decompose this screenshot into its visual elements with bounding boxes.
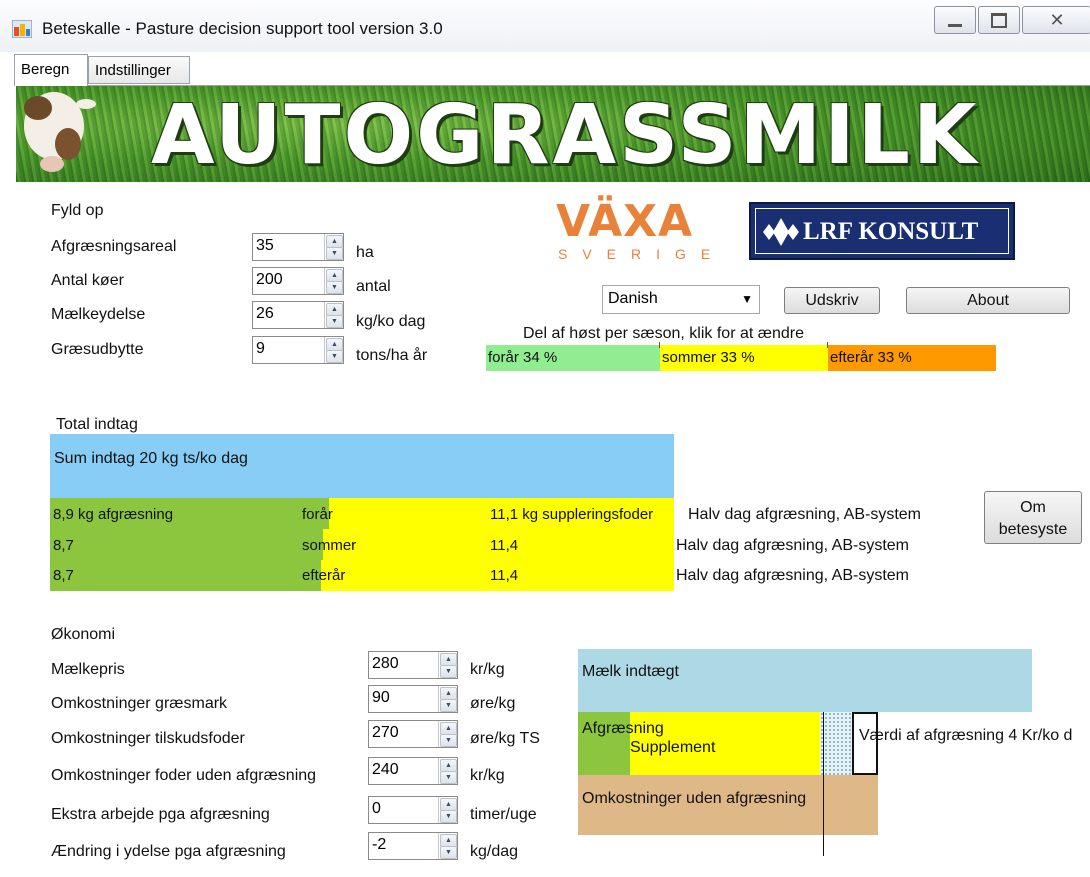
- yield-change-label: Ændring i ydelse pga afgræsning: [51, 843, 286, 860]
- intake-row-grazing: 8,9 kg afgræsning: [53, 506, 174, 523]
- grass-yield-stepper[interactable]: 9 ▲ ▼: [252, 336, 344, 364]
- down-arrow-icon[interactable]: ▼: [326, 281, 343, 294]
- supplement-label: Supplement: [630, 739, 716, 756]
- milk-price-stepper[interactable]: 280 ▲ ▼: [368, 651, 458, 679]
- area-stepper[interactable]: 35 ▲ ▼: [252, 233, 344, 261]
- window-title: Beteskalle - Pasture decision support to…: [42, 19, 443, 38]
- pasture-cost-stepper[interactable]: 90 ▲ ▼: [368, 685, 458, 713]
- chevron-down-icon: ▼: [741, 292, 753, 306]
- value-hatch-bar: [820, 712, 852, 775]
- milk-yield-unit: kg/ko dag: [356, 313, 426, 330]
- area-value: 35: [256, 237, 274, 254]
- cows-value: 200: [256, 271, 283, 288]
- grazing-value-label: Værdi af afgræsning 4 Kr/ko d: [859, 727, 1073, 744]
- milk-yield-value: 26: [256, 305, 274, 322]
- economy-heading: Økonomi: [51, 626, 116, 643]
- milk-yield-stepper[interactable]: 26 ▲ ▼: [252, 301, 344, 329]
- season-caption: Del af høst per sæson, klik for at ændre: [523, 325, 804, 342]
- intake-grazing-bar-autumn: [50, 560, 321, 591]
- reference-line: [823, 712, 824, 856]
- intake-row-system: Halv dag afgræsning, AB-system: [676, 567, 909, 584]
- yield-change-stepper[interactable]: -2 ▲ ▼: [368, 832, 458, 860]
- milk-price-label: Mælkepris: [51, 661, 125, 678]
- intake-sum-bar: Sum indtag 20 kg ts/ko dag: [50, 434, 674, 498]
- milk-price-unit: kr/kg: [470, 661, 505, 678]
- fill-heading: Fyld op: [51, 202, 104, 219]
- intake-row-system: Halv dag afgræsning, AB-system: [676, 537, 909, 554]
- feed-cost-unit: kr/kg: [470, 767, 505, 784]
- down-arrow-icon[interactable]: ▼: [326, 247, 343, 260]
- down-arrow-icon[interactable]: ▼: [440, 771, 457, 784]
- down-arrow-icon[interactable]: ▼: [326, 315, 343, 328]
- tab-beregn[interactable]: Beregn: [14, 54, 88, 86]
- intake-row-season: efterår: [302, 567, 346, 584]
- milk-income-bar: Mælk indtægt: [578, 649, 1032, 712]
- minimize-icon: [948, 23, 962, 27]
- about-system-button[interactable]: Om betesyste: [984, 491, 1082, 544]
- maximize-icon: [991, 12, 1007, 28]
- intake-row-season: sommer: [302, 537, 357, 554]
- down-arrow-icon[interactable]: ▼: [440, 810, 457, 823]
- down-arrow-icon[interactable]: ▼: [440, 665, 457, 678]
- down-arrow-icon[interactable]: ▼: [326, 350, 343, 363]
- grass-yield-value: 9: [256, 340, 265, 357]
- intake-row-grazing: 8,7: [53, 567, 74, 584]
- supplement-cost-unit: øre/kg TS: [470, 730, 540, 747]
- grass-yield-label: Græsudbytte: [51, 341, 144, 358]
- minimize-button[interactable]: [934, 6, 976, 34]
- intake-grazing-bar-summer: [50, 529, 323, 560]
- lrf-logo: LRF KONSULT: [749, 202, 1015, 260]
- cows-unit: antal: [356, 278, 391, 295]
- milk-yield-label: Mælkeydelse: [51, 306, 146, 323]
- season-spring-segment[interactable]: forår 34 %: [486, 345, 660, 371]
- down-arrow-icon[interactable]: ▼: [440, 734, 457, 747]
- intake-row-system: Halv dag afgræsning, AB-system: [688, 506, 921, 523]
- intake-row-supplement: 11,4: [490, 537, 519, 554]
- banner-title: AUTOGRASSMILK: [151, 88, 980, 182]
- extra-work-stepper[interactable]: 0 ▲ ▼: [368, 796, 458, 824]
- supplement-cost-label: Omkostninger tilskudsfoder: [51, 730, 245, 747]
- grass-yield-unit: tons/ha år: [356, 347, 428, 364]
- intake-row-supplement: 11,4: [490, 567, 519, 584]
- supplement-cost-stepper[interactable]: 270 ▲ ▼: [368, 720, 458, 748]
- extra-work-unit: timer/uge: [470, 806, 537, 823]
- season-autumn-segment[interactable]: efterår 33 %: [828, 345, 996, 371]
- intake-heading: Total indtag: [56, 416, 138, 433]
- down-arrow-icon[interactable]: ▼: [440, 846, 457, 859]
- pasture-cost-label: Omkostninger græsmark: [51, 695, 228, 712]
- cows-label: Antal køer: [51, 272, 124, 289]
- season-summer-segment[interactable]: sommer 33 %: [660, 345, 828, 371]
- close-icon: ✕: [1049, 9, 1065, 30]
- cows-stepper[interactable]: 200 ▲ ▼: [252, 267, 344, 295]
- close-button[interactable]: ✕: [1022, 6, 1090, 34]
- lrf-diamond-icon: [763, 218, 799, 246]
- language-select[interactable]: Danish ▼: [602, 285, 760, 314]
- down-arrow-icon[interactable]: ▼: [440, 699, 457, 712]
- tab-indstillinger[interactable]: Indstillinger: [88, 56, 190, 84]
- banner: AUTOGRASSMILK: [16, 86, 1090, 182]
- intake-row-season: forår: [302, 506, 333, 523]
- print-button[interactable]: Udskriv: [784, 287, 880, 314]
- feed-cost-label: Omkostninger foder uden afgræsning: [51, 767, 317, 784]
- feed-cost-stepper[interactable]: 240 ▲ ▼: [368, 757, 458, 785]
- vaxa-logo: VÄXA SVERIGE: [554, 196, 726, 264]
- intake-row-grazing: 8,7: [53, 537, 74, 554]
- about-button[interactable]: About: [906, 287, 1070, 314]
- maximize-button[interactable]: [978, 6, 1020, 34]
- cost-without-grazing-bar: Omkostninger uden afgræsning: [578, 775, 878, 835]
- cow-image: [24, 92, 96, 172]
- pasture-cost-unit: øre/kg: [470, 695, 516, 712]
- extra-work-label: Ekstra arbejde pga afgræsning: [51, 806, 270, 823]
- area-unit: ha: [356, 244, 374, 261]
- area-label: Afgræsningsareal: [51, 238, 177, 255]
- intake-row-supplement: 11,1 kg suppleringsfoder: [490, 506, 654, 523]
- grazing-label: Afgræsning: [582, 720, 664, 737]
- app-icon: [12, 20, 32, 38]
- yield-change-unit: kg/dag: [470, 843, 519, 860]
